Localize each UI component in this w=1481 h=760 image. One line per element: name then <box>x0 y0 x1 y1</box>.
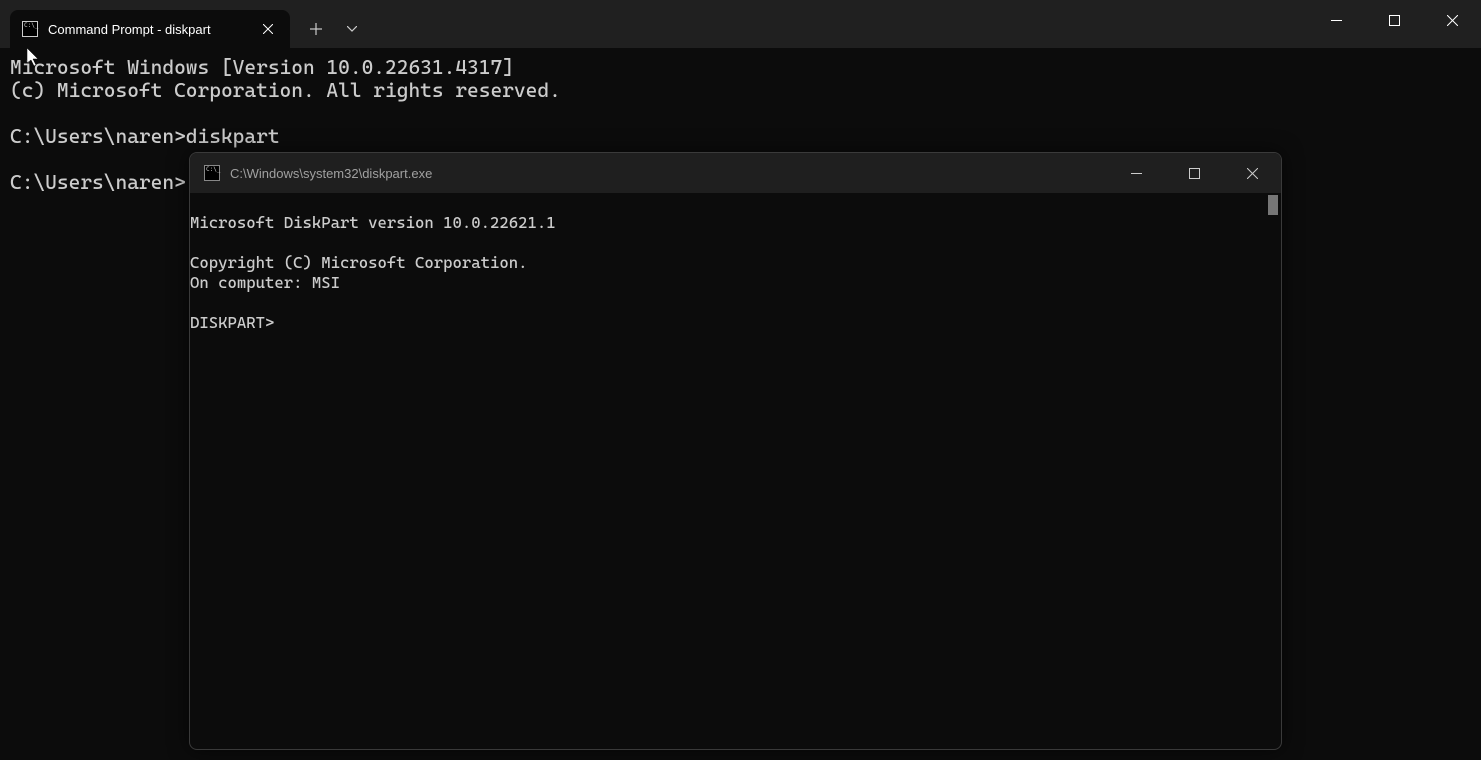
new-tab-button[interactable] <box>298 11 334 47</box>
tab-title: Command Prompt - diskpart <box>48 22 250 37</box>
diskpart-line: On computer: MSI <box>190 273 340 292</box>
terminal-icon <box>22 21 38 37</box>
maximize-button[interactable] <box>1365 0 1423 40</box>
diskpart-line: Copyright (C) Microsoft Corporation. <box>190 253 528 272</box>
close-button[interactable] <box>1423 0 1481 40</box>
terminal-line: C:\Users\naren>diskpart <box>10 124 280 148</box>
diskpart-minimize-button[interactable] <box>1107 153 1165 193</box>
minimize-button[interactable] <box>1307 0 1365 40</box>
terminal-line: (c) Microsoft Corporation. All rights re… <box>10 78 561 102</box>
main-titlebar: Command Prompt - diskpart <box>0 0 1481 48</box>
diskpart-window: C:\Windows\system32\diskpart.exe Microso… <box>189 152 1282 750</box>
window-controls <box>1307 0 1481 48</box>
terminal-icon <box>204 165 220 181</box>
tab-command-prompt[interactable]: Command Prompt - diskpart <box>10 10 290 48</box>
terminal-line: Microsoft Windows [Version 10.0.22631.43… <box>10 55 514 79</box>
tab-dropdown-button[interactable] <box>334 11 370 47</box>
diskpart-line: DISKPART> <box>190 313 274 332</box>
diskpart-line: Microsoft DiskPart version 10.0.22621.1 <box>190 213 556 232</box>
diskpart-window-controls <box>1107 153 1281 193</box>
tab-close-button[interactable] <box>258 19 278 39</box>
tab-actions <box>298 10 370 48</box>
terminal-line: C:\Users\naren> <box>10 170 186 194</box>
diskpart-maximize-button[interactable] <box>1165 153 1223 193</box>
diskpart-close-button[interactable] <box>1223 153 1281 193</box>
diskpart-output[interactable]: Microsoft DiskPart version 10.0.22621.1 … <box>190 193 1281 749</box>
diskpart-titlebar[interactable]: C:\Windows\system32\diskpart.exe <box>190 153 1281 193</box>
diskpart-scrollbar-thumb[interactable] <box>1268 195 1278 215</box>
